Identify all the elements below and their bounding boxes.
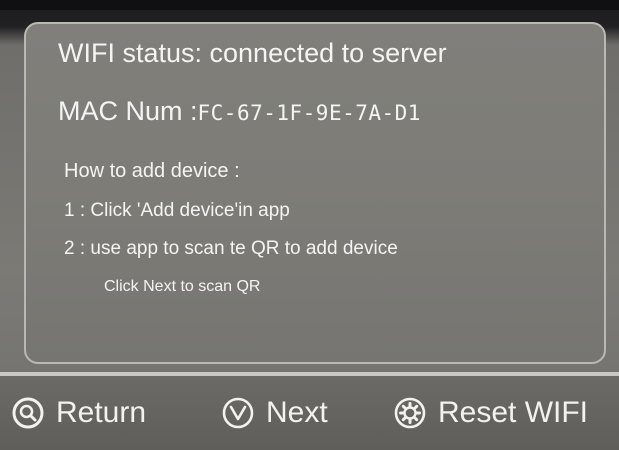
reset-wifi-button-label: Reset WIFI [438,396,589,429]
instructions-title: How to add device : [64,160,240,182]
chevron-down-icon [222,397,254,429]
return-button-label: Return [56,396,147,429]
next-button[interactable]: Next [222,394,328,432]
mac-value: FC-67-1F-9E-7A-D1 [197,101,421,125]
wifi-status-text: WIFI status: connected to server [58,38,447,68]
next-button-label: Next [266,396,328,429]
mac-label: MAC Num : [58,96,198,126]
reset-wifi-button[interactable]: Reset WIFI [394,394,588,432]
instruction-step-2: 2 : use app to scan te QR to add device [64,238,398,259]
search-icon [12,397,44,429]
return-button[interactable]: Return [12,394,146,432]
info-panel [24,22,606,364]
mac-address-line: MAC Num :FC-67-1F-9E-7A-D1 [58,96,421,127]
screen-bezel [0,0,619,10]
scan-hint: Click Next to scan QR [104,278,261,295]
instruction-step-1: 1 : Click 'Add device'in app [64,200,290,221]
bottom-button-bar: Return Next Reset WIFI [0,376,619,450]
gear-icon [394,397,426,429]
device-screen: WIFI status: connected to server MAC Num… [0,0,619,450]
